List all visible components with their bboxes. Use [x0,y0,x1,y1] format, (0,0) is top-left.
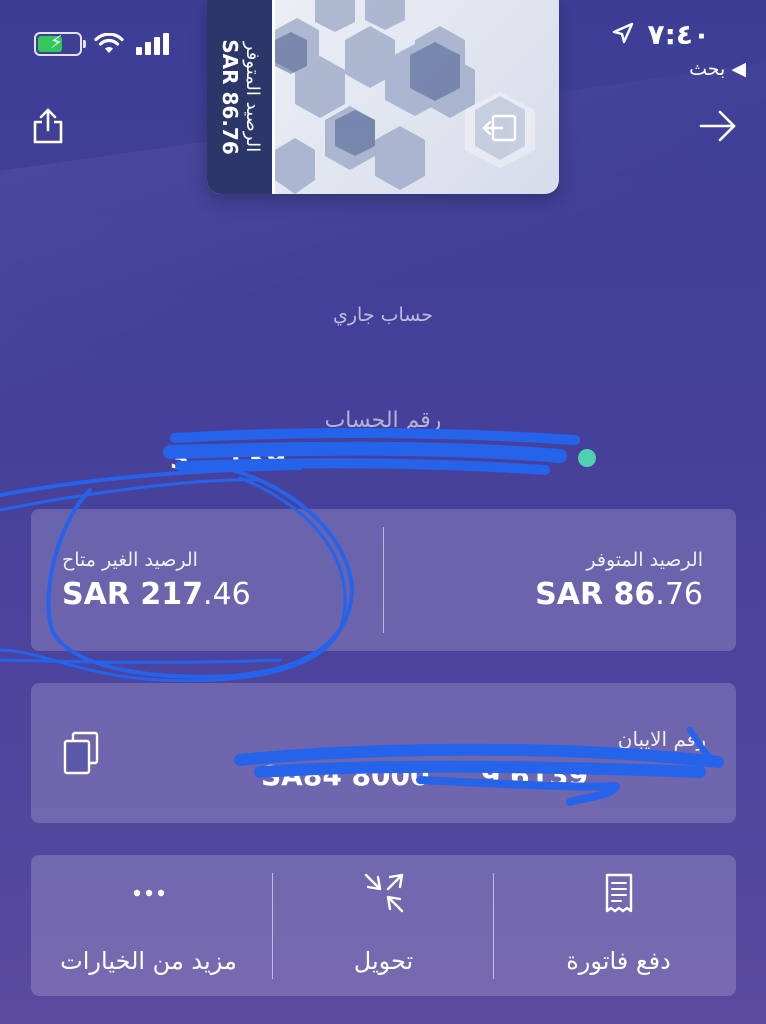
signal-icon [136,33,169,55]
account-card[interactable]: الرصيد المتوفر SAR 86.76 [207,0,559,194]
transfer-button[interactable]: تحويل [266,855,501,996]
actions-divider-2 [493,873,494,979]
pay-bill-label: دفع فاتورة [566,947,671,975]
unavailable-balance: الرصيد الغير متاح SAR 217.46 [62,549,251,612]
card-hexagon-pattern [275,0,535,194]
status-icons: ⚡ [34,32,170,56]
account-number-value: 3...139 [170,442,287,475]
more-options-label: مزيد من الخيارات [60,947,237,975]
location-arrow-icon [612,22,634,44]
forward-arrow-icon[interactable] [698,106,738,146]
transfer-label: تحويل [353,947,414,975]
transfer-icon [364,873,403,913]
balances-divider [383,527,384,633]
back-to-search-link[interactable]: ◀ بحث [689,58,746,80]
unavailable-balance-label: الرصيد الغير متاح [62,549,198,571]
card-balance-label: الرصيد المتوفر [242,41,263,153]
wifi-icon [94,33,124,53]
account-status-dot [578,449,596,467]
account-number-label: رقم الحساب [324,408,442,433]
iban-label: رقم الايبان [617,727,706,751]
battery-icon: ⚡ [34,32,86,56]
card-balance-strip: الرصيد المتوفر SAR 86.76 [207,0,275,194]
iban-panel: رقم الايبان SA84 8000 ... 9 6139 [31,683,736,823]
pay-bill-button[interactable]: دفع فاتورة [501,855,736,996]
balances-panel: الرصيد الغير متاح SAR 217.46 الرصيد المت… [31,509,736,651]
card-balance-amount: SAR 86.76 [218,39,242,155]
bill-icon [605,873,632,913]
more-icon [133,889,164,897]
unavailable-balance-amount: SAR 217.46 [62,577,251,612]
share-icon[interactable] [28,106,68,146]
available-balance-label: الرصيد المتوفر [586,549,703,571]
iban-value: SA84 8000 ... 9 6139 [261,759,589,792]
available-balance-amount: SAR 86.76 [535,577,703,612]
more-options-button[interactable]: مزيد من الخيارات [31,855,266,996]
available-balance: الرصيد المتوفر SAR 86.76 [535,549,703,612]
card-exit-icon[interactable] [482,112,518,144]
actions-panel: مزيد من الخيارات تحويل دفع فاتورة [31,855,736,996]
account-type-label: حساب جاري [333,304,433,326]
copy-icon[interactable] [61,731,101,775]
status-time: ٧:٤٠ [647,18,710,51]
